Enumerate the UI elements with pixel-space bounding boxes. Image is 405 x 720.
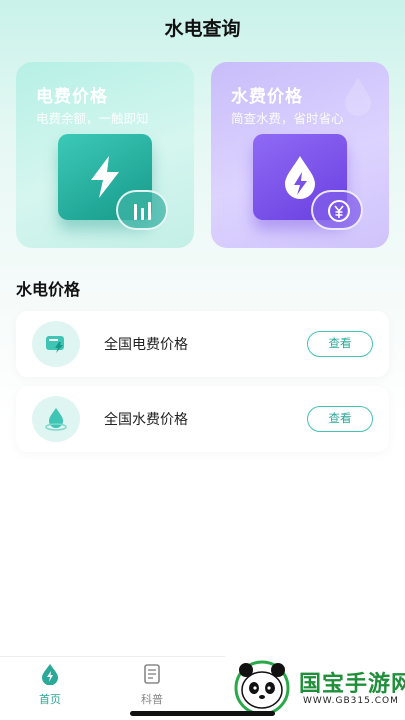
card-title: 电费价格 <box>36 87 108 107</box>
page-title: 水电查询 <box>164 18 241 40</box>
card-title: 水费价格 <box>231 87 303 107</box>
electric-meter-icon <box>46 336 64 353</box>
row-icon <box>32 321 80 367</box>
home-drop-icon <box>42 664 58 686</box>
view-button[interactable]: 查看 <box>307 406 373 432</box>
yuan-coin-icon <box>328 200 350 222</box>
yuan-badge <box>311 190 363 230</box>
water-drop-icon <box>45 408 67 431</box>
tab-science[interactable]: 科普 <box>122 663 182 707</box>
water-drop-icon <box>285 156 315 199</box>
watermark-brand: 国宝手游网 <box>299 672 405 697</box>
decorative-drop-icon <box>345 78 371 116</box>
water-price-card[interactable]: 水费价格 简查水费，省时省心 <box>211 62 389 248</box>
bar-meter-icon <box>134 202 151 220</box>
list-item[interactable]: 全国电费价格 查看 <box>16 311 389 377</box>
tab-label: 首页 <box>39 693 61 706</box>
view-button[interactable]: 查看 <box>307 331 373 357</box>
list-item[interactable]: 全国水费价格 查看 <box>16 386 389 452</box>
section-title: 水电价格 <box>16 280 81 299</box>
row-label: 全国电费价格 <box>104 337 188 353</box>
home-indicator <box>130 711 275 716</box>
document-icon <box>144 664 160 684</box>
tab-label: 科普 <box>141 693 163 706</box>
card-subtitle: 电费余额，一触即知 <box>36 111 149 126</box>
site-watermark: 国宝手游网 WWW.GB315.COM <box>225 652 405 720</box>
meter-badge <box>116 190 168 230</box>
watermark-url: WWW.GB315.COM <box>303 696 399 706</box>
tab-home[interactable]: 首页 <box>20 663 80 707</box>
lightning-icon <box>91 156 119 198</box>
card-subtitle: 简查水费，省时省心 <box>231 111 344 126</box>
panda-logo-icon <box>234 660 290 716</box>
row-label: 全国水费价格 <box>104 412 188 428</box>
electricity-price-card[interactable]: 电费价格 电费余额，一触即知 <box>16 62 194 248</box>
row-icon <box>32 396 80 442</box>
